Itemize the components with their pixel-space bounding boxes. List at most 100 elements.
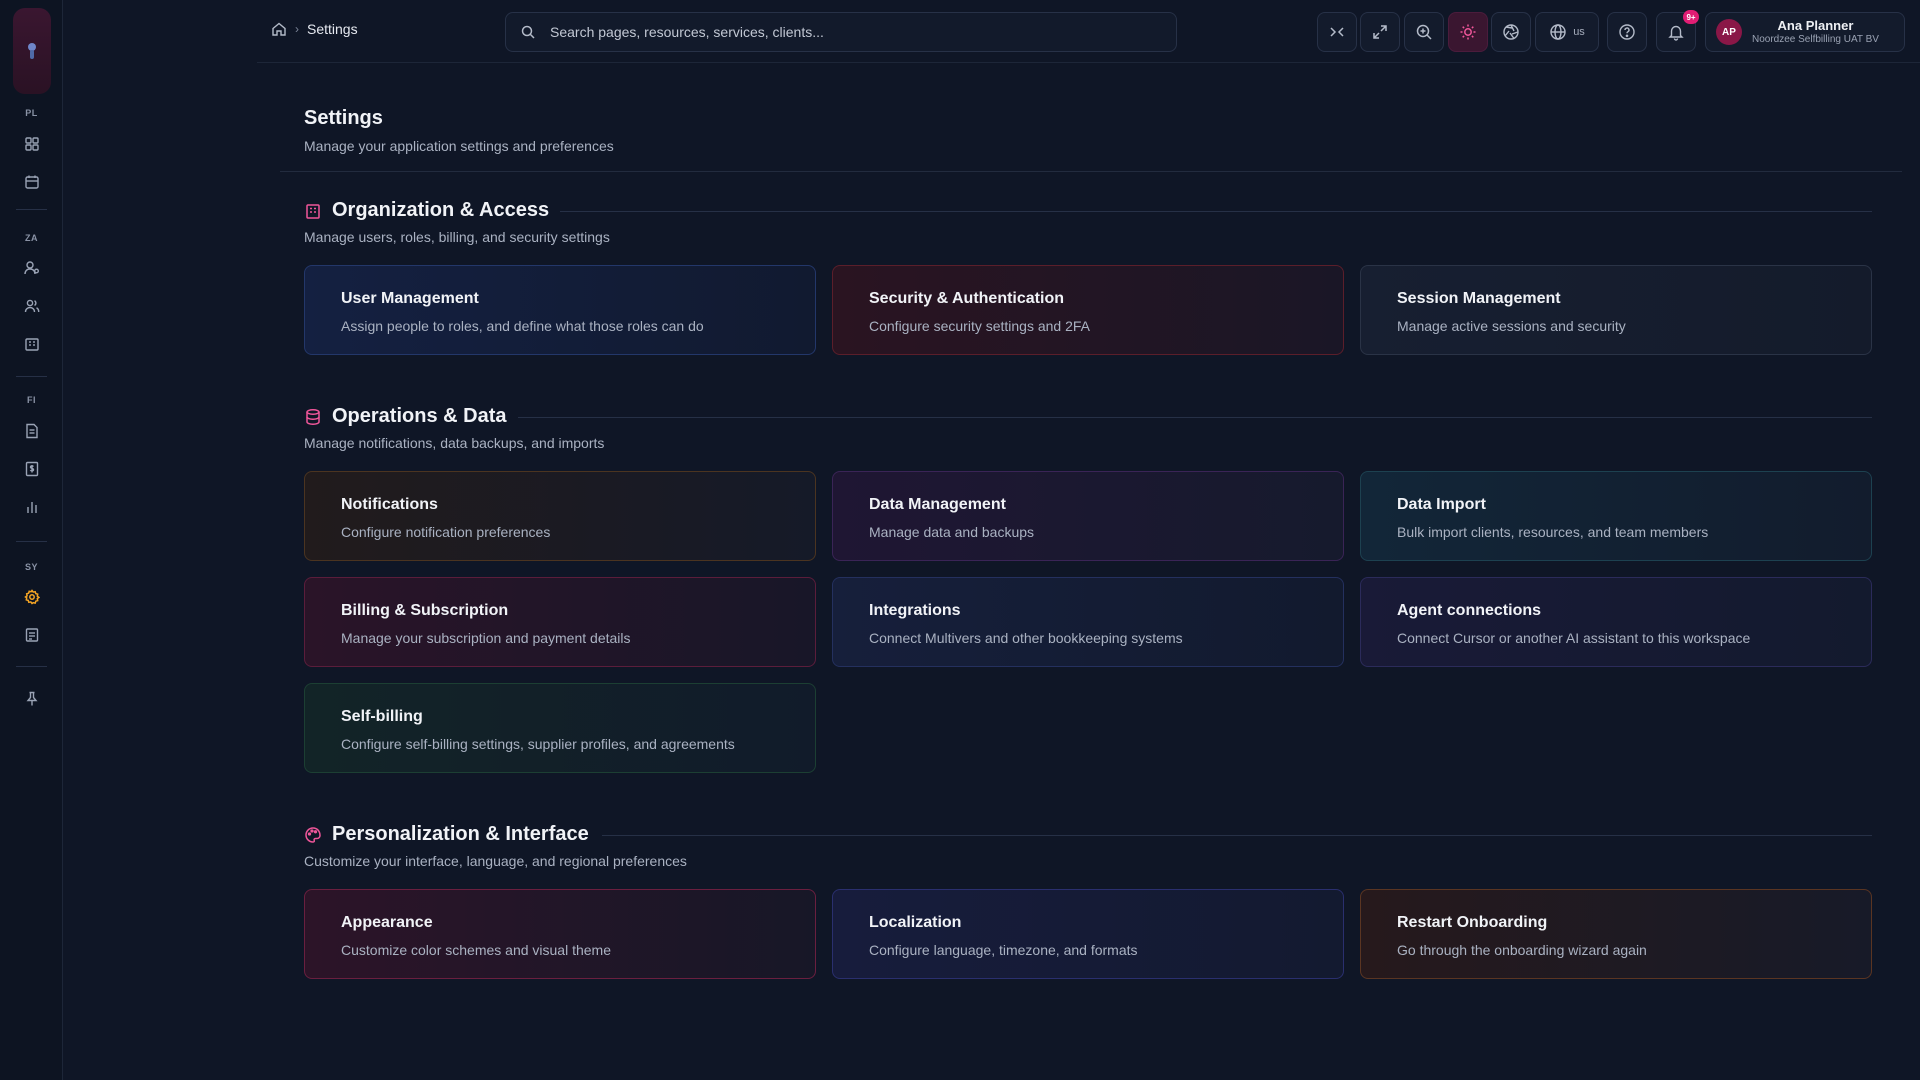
rail-section-pl: PL — [25, 108, 38, 118]
breadcrumb-current: Settings — [307, 21, 358, 37]
language-selector[interactable]: us — [1535, 12, 1599, 52]
zoom-in-icon — [1416, 24, 1432, 40]
bell-icon — [1668, 25, 1684, 41]
card-description: Manage active sessions and security — [1397, 318, 1626, 334]
rail-divider — [16, 541, 47, 542]
page-title: Settings — [304, 107, 383, 129]
card-title: Restart Onboarding — [1397, 914, 1548, 931]
card-billing-subscription[interactable]: Billing & Subscription Manage your subsc… — [304, 577, 816, 667]
card-data-import[interactable]: Data Import Bulk import clients, resourc… — [1360, 471, 1872, 561]
avatar: AP — [1716, 19, 1742, 45]
global-search[interactable] — [505, 12, 1177, 52]
settings-gear-icon[interactable] — [21, 586, 43, 608]
rail-section-sy: SY — [24, 562, 38, 572]
card-title: Data Management — [869, 496, 1006, 513]
card-description: Manage data and backups — [869, 524, 1035, 540]
card-title: Data Import — [1397, 496, 1486, 513]
help-button[interactable] — [1607, 12, 1647, 52]
building-icon — [306, 203, 320, 219]
help-circle-icon — [1619, 24, 1635, 40]
audit-log-icon[interactable] — [21, 624, 43, 646]
calendar-icon[interactable] — [21, 171, 43, 193]
page-subtitle: Manage your application settings and pre… — [304, 138, 614, 154]
card-description: Configure notification preferences — [341, 524, 551, 540]
card-notifications[interactable]: Notifications Configure notification pre… — [304, 471, 816, 561]
user-menu[interactable]: AP Ana Planner Noordzee Selfbilling UAT … — [1705, 12, 1905, 52]
chevron-right-icon: › — [295, 22, 299, 36]
aperture-icon — [1503, 24, 1519, 40]
card-description: Customize color schemes and visual theme — [341, 942, 612, 958]
card-restart-onboarding[interactable]: Restart Onboarding Go through the onboar… — [1360, 889, 1872, 979]
card-title: Self-billing — [341, 708, 423, 725]
card-description: Go through the onboarding wizard again — [1397, 942, 1647, 958]
search-input[interactable] — [550, 24, 1150, 40]
rail-divider — [16, 209, 47, 210]
card-description: Configure language, timezone, and format… — [869, 942, 1138, 958]
rail-divider — [16, 376, 47, 377]
rail-section-fi: FI — [27, 395, 36, 405]
section-title: Personalization & Interface — [332, 823, 589, 845]
database-icon — [306, 408, 320, 425]
section-divider — [518, 417, 1872, 418]
theme-toggle-button[interactable] — [1448, 12, 1488, 52]
card-title: Appearance — [341, 914, 433, 931]
palette-icon — [305, 826, 321, 843]
fullscreen-button[interactable] — [1360, 12, 1400, 52]
card-title: User Management — [341, 290, 479, 307]
home-icon[interactable] — [271, 21, 287, 37]
section-divider — [602, 835, 1872, 836]
user-settings-icon[interactable] — [21, 257, 43, 279]
card-data-management[interactable]: Data Management Manage data and backups — [832, 471, 1344, 561]
zoom-button[interactable] — [1404, 12, 1444, 52]
card-description: Configure security settings and 2FA — [869, 318, 1091, 334]
sun-icon — [1460, 24, 1476, 40]
card-user-management[interactable]: User Management Assign people to roles, … — [304, 265, 816, 355]
breadcrumb: › Settings — [271, 21, 358, 37]
card-title: Integrations — [869, 602, 961, 619]
card-description: Connect Cursor or another AI assistant t… — [1397, 630, 1751, 646]
card-title: Security & Authentication — [869, 290, 1064, 307]
card-title: Localization — [869, 914, 962, 931]
logo-icon — [28, 43, 36, 59]
card-title: Agent connections — [1397, 602, 1542, 619]
expand-icon — [1373, 25, 1387, 39]
pin-icon[interactable] — [21, 688, 43, 710]
card-title: Session Management — [1397, 290, 1561, 307]
globe-icon — [1550, 24, 1566, 40]
section-divider — [560, 211, 1872, 212]
card-security-authentication[interactable]: Security & Authentication Configure secu… — [832, 265, 1344, 355]
users-icon[interactable] — [21, 295, 43, 317]
section-subtitle: Manage users, roles, billing, and securi… — [304, 229, 610, 245]
billing-document-icon[interactable] — [21, 458, 43, 480]
icon-rail: PL ZA FI SY — [0, 0, 63, 1080]
rail-section-za: ZA — [25, 233, 38, 243]
reports-chart-icon[interactable] — [21, 496, 43, 518]
rail-divider — [16, 666, 47, 667]
card-title: Billing & Subscription — [341, 602, 509, 619]
ai-assistant-button[interactable] — [1491, 12, 1531, 52]
notification-badge: 9+ — [1683, 10, 1699, 24]
section-subtitle: Customize your interface, language, and … — [304, 853, 687, 869]
app-logo[interactable] — [13, 8, 51, 94]
collapse-arrows-icon — [1330, 27, 1344, 37]
dashboard-icon[interactable] — [21, 133, 43, 155]
card-description: Manage your subscription and payment det… — [341, 630, 631, 646]
building-icon[interactable] — [21, 333, 43, 355]
card-integrations[interactable]: Integrations Connect Multivers and other… — [832, 577, 1344, 667]
card-localization[interactable]: Localization Configure language, timezon… — [832, 889, 1344, 979]
card-appearance[interactable]: Appearance Customize color schemes and v… — [304, 889, 816, 979]
notifications-button[interactable]: 9+ — [1656, 10, 1699, 52]
card-title: Notifications — [341, 496, 438, 513]
card-description: Bulk import clients, resources, and team… — [1397, 524, 1709, 540]
card-session-management[interactable]: Session Management Manage active session… — [1360, 265, 1872, 355]
user-name: Ana Planner — [1777, 18, 1854, 33]
invoice-icon[interactable] — [21, 420, 43, 442]
collapse-sidebar-button[interactable] — [1317, 12, 1357, 52]
top-bar: › Settings us 9+ AP Ana Planner Noordzee… — [257, 0, 1920, 63]
card-self-billing[interactable]: Self-billing Configure self-billing sett… — [304, 683, 816, 773]
card-description: Connect Multivers and other bookkeeping … — [869, 630, 1183, 646]
card-agent-connections[interactable]: Agent connections Connect Cursor or anot… — [1360, 577, 1872, 667]
user-organization: Noordzee Selfbilling UAT BV — [1752, 34, 1879, 45]
section-title: Organization & Access — [332, 199, 550, 221]
section-subtitle: Manage notifications, data backups, and … — [304, 435, 605, 451]
